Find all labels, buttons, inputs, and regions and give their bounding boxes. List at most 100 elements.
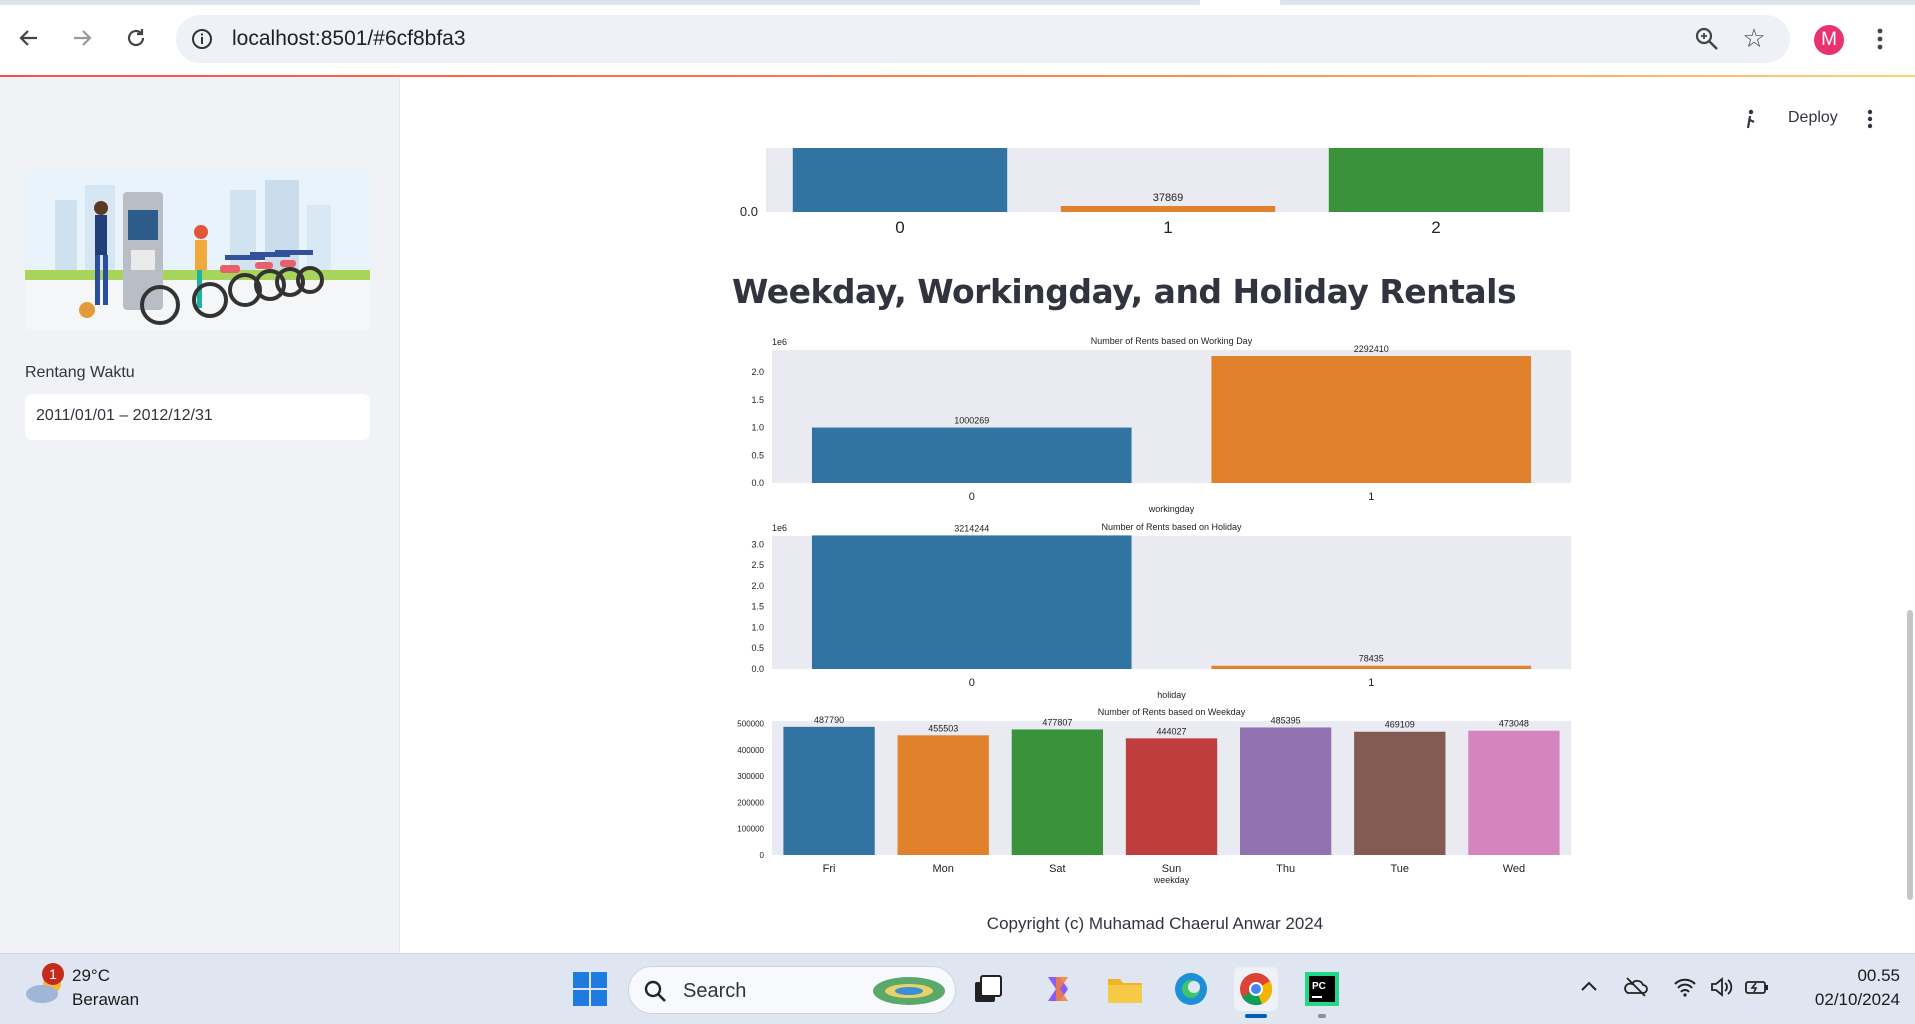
x-tick-label: Wed	[1503, 863, 1525, 875]
x-tick-label: Fri	[823, 863, 836, 875]
y-tick-label: 300000	[737, 772, 764, 781]
chart-title: Number of Rents based on Holiday	[1101, 522, 1242, 532]
bar	[1354, 731, 1446, 855]
y-tick-label: 0.5	[751, 450, 764, 460]
bar	[783, 726, 875, 855]
bar	[1239, 727, 1332, 855]
clock-date[interactable]: 02/10/2024	[1780, 990, 1900, 1010]
edge-browser-icon	[1175, 973, 1207, 1005]
y-tick-label: 500000	[737, 720, 764, 729]
x-tick-label: 1	[1163, 218, 1172, 237]
onedrive-offline-icon[interactable]	[1623, 974, 1649, 1000]
chevron-up-icon[interactable]	[1576, 974, 1602, 1000]
task-view-icon	[975, 975, 1002, 1002]
wifi-icon[interactable]	[1672, 974, 1698, 1000]
bar	[1011, 729, 1104, 855]
data-label: 37869	[1153, 192, 1184, 204]
windows-logo-icon	[573, 972, 607, 1006]
bar	[792, 148, 1008, 212]
bar	[1468, 730, 1560, 855]
x-tick-label: 0	[969, 677, 975, 689]
data-label: 485395	[1271, 715, 1301, 725]
copilot-button[interactable]	[1036, 967, 1080, 1011]
x-tick-label: Sat	[1049, 863, 1066, 875]
svg-text:PC: PC	[1312, 981, 1326, 992]
bar	[1060, 206, 1276, 212]
y-tick-label: 1.0	[751, 423, 764, 433]
data-label: 473048	[1499, 719, 1529, 729]
search-icon	[644, 980, 666, 1002]
data-label: 487790	[814, 715, 844, 725]
chrome-active-indicator	[1245, 1014, 1267, 1018]
x-tick-label: 0	[895, 218, 904, 237]
y-tick-label: 0.5	[751, 643, 764, 653]
bar	[1328, 148, 1544, 212]
pycharm-running-indicator	[1318, 1014, 1326, 1018]
pycharm-icon: PC	[1305, 972, 1339, 1006]
bar	[811, 427, 1132, 483]
data-label: 455503	[928, 723, 958, 733]
y-tick-label: 200000	[737, 798, 764, 807]
weather-notification-badge: 1	[42, 963, 64, 985]
data-label: 78435	[1359, 654, 1384, 664]
x-axis-label: holiday	[1157, 690, 1186, 700]
edge-button[interactable]	[1169, 967, 1213, 1011]
x-tick-label: Tue	[1391, 863, 1410, 875]
data-label: 1000269	[954, 416, 989, 426]
y-tick-label: 0.0	[740, 204, 758, 219]
y-tick-label: 1.5	[751, 395, 764, 405]
bar	[811, 535, 1132, 669]
x-tick-label: Sun	[1162, 863, 1182, 875]
y-tick-label: 0	[760, 851, 765, 860]
search-highlight-image-icon	[873, 977, 945, 1005]
copilot-icon	[1048, 977, 1068, 1001]
weather-temperature[interactable]: 29°C	[72, 966, 110, 986]
chrome-button[interactable]	[1234, 967, 1278, 1011]
y-tick-label: 1.5	[751, 602, 764, 612]
y-tick-label: 2.5	[751, 560, 764, 570]
chart-title: Number of Rents based on Weekday	[1098, 707, 1246, 717]
search-placeholder: Search	[683, 980, 747, 1002]
scale-label: 1e6	[772, 337, 787, 347]
chrome-icon	[1240, 973, 1273, 1006]
x-tick-label: Thu	[1276, 863, 1295, 875]
bar	[1211, 665, 1532, 669]
bar	[1211, 355, 1532, 483]
x-axis-label: weekday	[1153, 875, 1190, 885]
scrollbar-thumb[interactable]	[1907, 610, 1913, 900]
data-label: 2292410	[1354, 344, 1389, 354]
taskbar: 1 29°C Berawan Search PC 00.55 02/10/202…	[0, 953, 1915, 1024]
x-tick-label: 1	[1368, 491, 1374, 503]
y-tick-label: 3.0	[751, 539, 764, 549]
y-tick-label: 0.0	[751, 478, 764, 488]
y-tick-label: 100000	[737, 825, 764, 834]
data-label: 444027	[1156, 726, 1186, 736]
battery-charging-icon[interactable]	[1744, 974, 1770, 1000]
taskbar-search[interactable]: Search	[628, 966, 956, 1014]
bar	[897, 735, 989, 855]
y-tick-label: 1.0	[751, 622, 764, 632]
x-tick-label: 1	[1368, 677, 1374, 689]
scale-label: 1e6	[772, 523, 787, 533]
folder-icon	[1108, 979, 1142, 1003]
y-tick-label: 2.0	[751, 581, 764, 591]
start-button[interactable]	[568, 967, 612, 1011]
clock-time[interactable]: 00.55	[1830, 966, 1900, 986]
task-view-button[interactable]	[966, 967, 1010, 1011]
x-tick-label: 0	[969, 491, 975, 503]
x-tick-label: Mon	[933, 863, 954, 875]
x-tick-label: 2	[1431, 218, 1440, 237]
x-axis-label: workingday	[1148, 504, 1195, 514]
data-label: 3214244	[954, 523, 989, 533]
bar	[1125, 738, 1218, 855]
weather-condition[interactable]: Berawan	[72, 990, 139, 1010]
y-tick-label: 2.0	[751, 367, 764, 377]
copyright-text: Copyright (c) Muhamad Chaerul Anwar 2024	[986, 914, 1324, 933]
data-label: 469109	[1385, 720, 1415, 730]
pycharm-button[interactable]: PC	[1300, 967, 1344, 1011]
data-label: 477807	[1042, 717, 1072, 727]
volume-icon[interactable]	[1708, 974, 1734, 1000]
y-tick-label: 0.0	[751, 664, 764, 674]
file-explorer-button[interactable]	[1103, 967, 1147, 1011]
chart-title: Number of Rents based on Working Day	[1091, 336, 1253, 346]
